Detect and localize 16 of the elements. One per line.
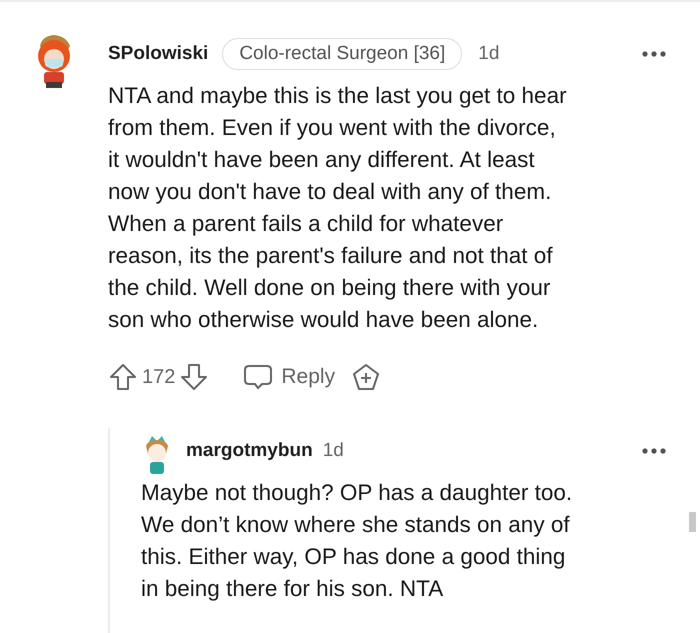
vote-count: 172	[142, 366, 176, 388]
comment-text: NTA and maybe this is the last you get to hear from them. Even if you went with the divorce, it wouldn't have been any different. At least now you don't have to deal with any of them. When a parent fails a child for whatever reason, its the parent's failure and not that of the child. Well done on being there with your son who otherwise would have been alone.	[108, 82, 567, 334]
award-icon[interactable]	[351, 362, 382, 392]
more-options-icon[interactable]	[642, 51, 666, 57]
speech-bubble-icon	[243, 363, 274, 391]
timestamp: 1d	[322, 440, 344, 462]
timestamp: 1d	[478, 43, 500, 65]
comment-text: Maybe not though? OP has a daughter too. We don’t know where she stands on any of this. Either way, OP has done a good thing in being there for his son. NTA	[141, 479, 572, 603]
reply-button[interactable]: Reply	[243, 363, 336, 391]
username[interactable]: SPolowiski	[108, 43, 208, 65]
user-flair: Colo-rectal Surgeon [36]	[222, 38, 462, 70]
username[interactable]: margotmybun	[186, 440, 313, 462]
scrollbar-thumb[interactable]	[689, 512, 696, 532]
upvote-icon[interactable]	[108, 362, 138, 392]
more-options-icon[interactable]	[642, 448, 666, 454]
downvote-icon[interactable]	[179, 362, 210, 392]
